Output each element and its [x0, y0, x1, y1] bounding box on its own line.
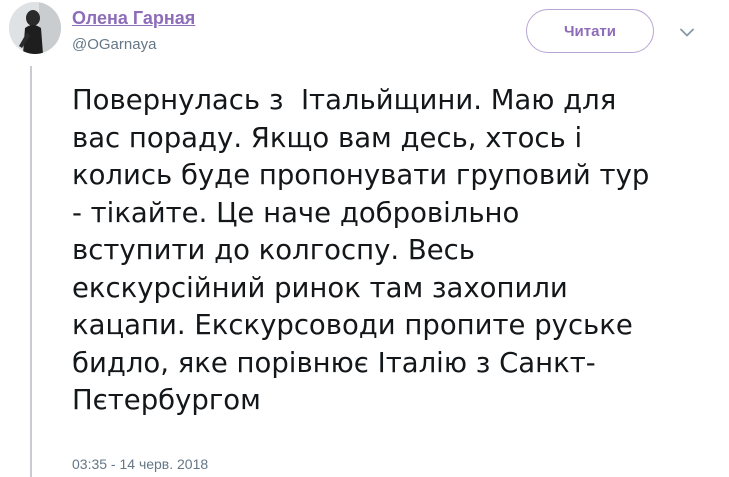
tweet-timestamp[interactable]: 03:35 - 14 черв. 2018: [72, 456, 208, 472]
tweet-text-line: бидло, яке порівнює Італію з Санкт-: [72, 346, 596, 379]
tweet: Олена Гарная @OGarnaya Читати Повернулас…: [0, 0, 729, 477]
tweet-text-line: Повернулась з Італьйщини. Маю для: [72, 84, 617, 116]
tweet-text-line: колись буде пропонувати груповий тур: [72, 159, 650, 191]
tweet-menu-button[interactable]: [676, 22, 698, 42]
tweet-text: Повернулась з Італьйщини. Маю для вас по…: [72, 82, 712, 420]
tweet-text-line: екскурсійний ринок там захопили: [72, 271, 568, 304]
tweet-text-line: вступити до колгоспу. Весь: [72, 234, 475, 266]
chevron-down-icon: [680, 28, 694, 36]
thread-line: [30, 66, 32, 477]
tweet-text-line: Пєтербургом: [72, 384, 261, 416]
author-handle[interactable]: @OGarnaya: [72, 36, 156, 53]
tweet-text-line: вас пораду. Якщо вам десь, хтось і: [72, 121, 583, 154]
avatar-image: [9, 2, 61, 54]
follow-button[interactable]: Читати: [526, 9, 654, 53]
tweet-text-line: кацапи. Екскурсоводи пропите руське: [72, 309, 633, 341]
author-display-name[interactable]: Олена Гарная: [72, 8, 195, 29]
avatar[interactable]: [9, 2, 61, 54]
tweet-text-line: - тікайте. Це наче добровільно: [72, 196, 520, 229]
